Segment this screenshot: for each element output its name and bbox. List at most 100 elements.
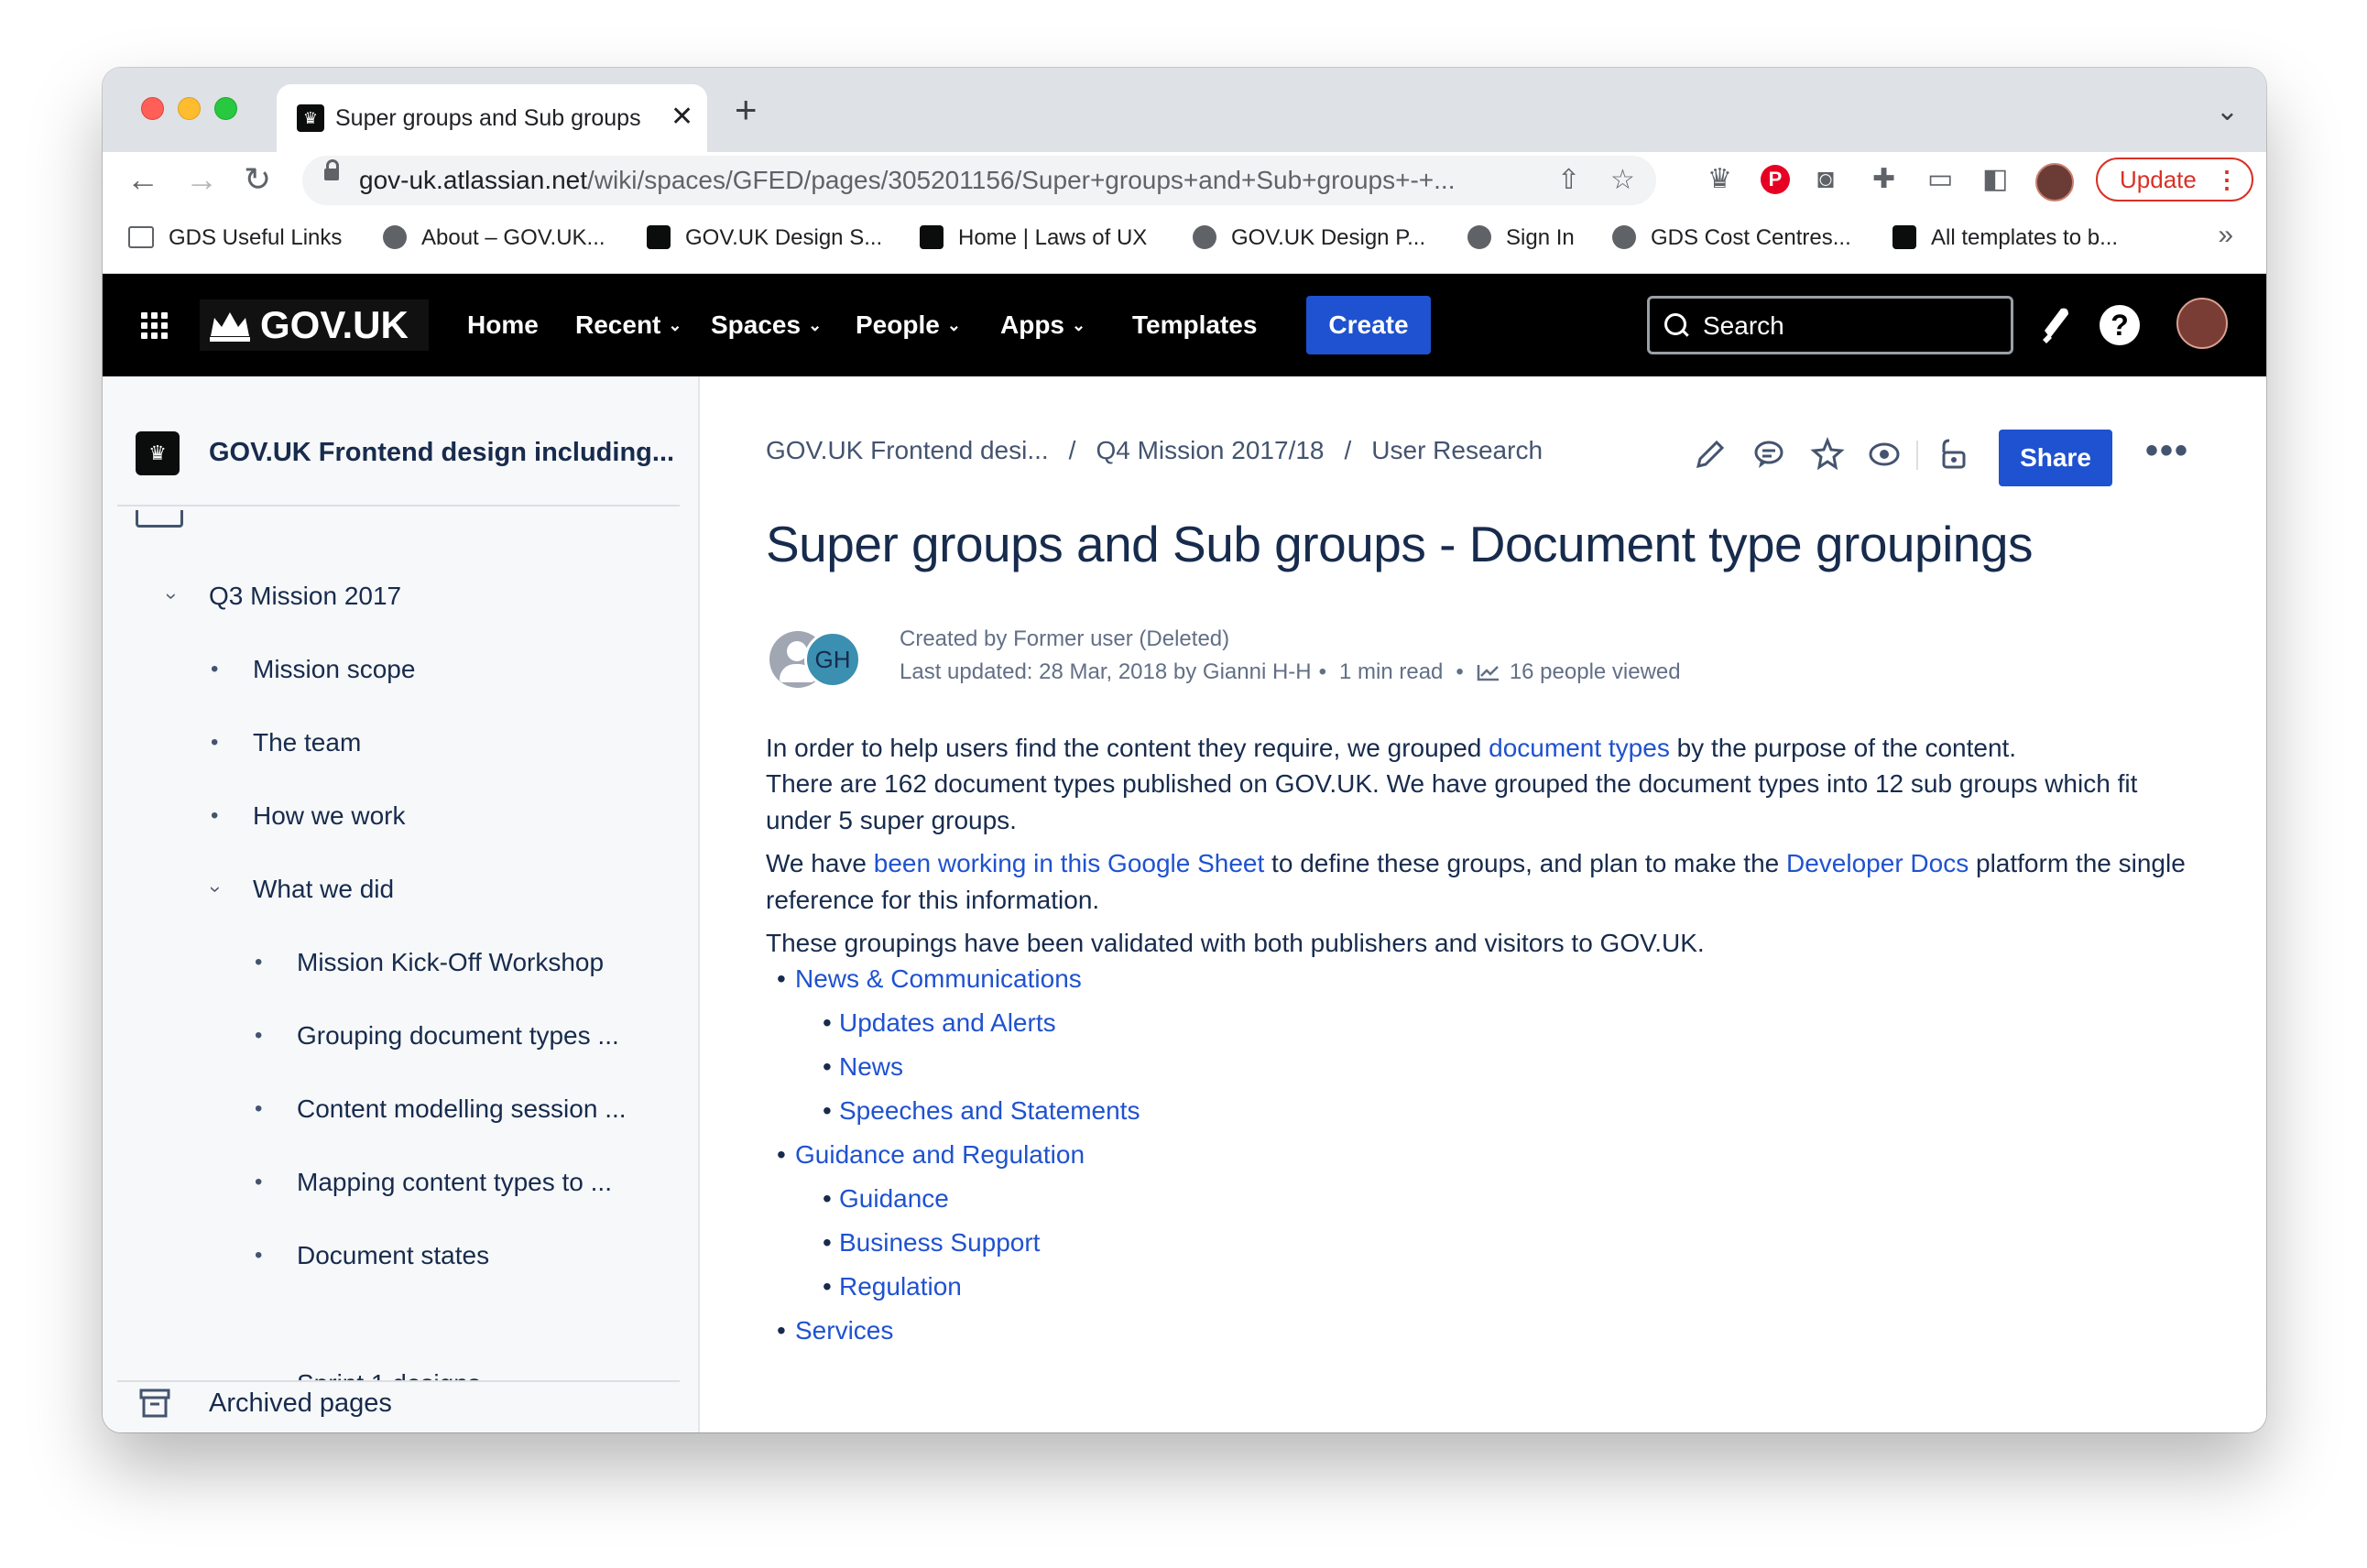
space-title[interactable]: GOV.UK Frontend design including...: [209, 435, 674, 470]
chevron-down-icon[interactable]: ›: [156, 593, 189, 599]
nav-people[interactable]: People ⌄: [856, 309, 961, 342]
share-page-icon[interactable]: ⇧: [1557, 165, 1580, 196]
document-types-link[interactable]: document types: [1489, 734, 1670, 762]
user-avatar[interactable]: [2176, 298, 2228, 349]
tab-search-chevron-icon[interactable]: ⌄: [2216, 95, 2239, 127]
new-tab-button[interactable]: +: [735, 91, 758, 129]
restrictions-unlock-icon[interactable]: [1935, 437, 1969, 472]
help-icon[interactable]: ?: [2100, 305, 2140, 345]
text: to define these groups, and plan to make…: [1264, 849, 1787, 877]
list-link-guidance[interactable]: Guidance: [839, 1181, 949, 1217]
bookmark-item[interactable]: Home | Laws of UX: [920, 222, 1147, 255]
list-link-news-communications[interactable]: News & Communications: [795, 961, 1082, 997]
pinterest-icon[interactable]: P: [1761, 165, 1790, 194]
reload-icon[interactable]: ↻: [244, 159, 271, 200]
bullet-icon: •: [823, 1052, 832, 1081]
bullet-icon: •: [255, 1170, 263, 1194]
more-bookmarks-icon[interactable]: »: [2218, 220, 2233, 251]
close-window-button[interactable]: [141, 97, 164, 120]
sidebar-item-the-team[interactable]: The team: [253, 726, 361, 759]
sidebar-item-grouping-document-types[interactable]: Grouping document types ...: [297, 1019, 619, 1052]
star-icon[interactable]: [1810, 437, 1845, 472]
comment-icon[interactable]: [1751, 437, 1786, 472]
sidebar-item-what-we-did[interactable]: What we did: [253, 873, 394, 906]
page-icon: [136, 510, 183, 528]
meta-separator: •: [1456, 659, 1464, 684]
search-input[interactable]: Search: [1647, 296, 2013, 354]
close-tab-icon[interactable]: ✕: [671, 101, 693, 134]
last-updated-text[interactable]: Last updated: 28 Mar, 2018 by Gianni H-H: [900, 659, 1312, 684]
sidebar-item-how-we-work[interactable]: How we work: [253, 800, 405, 833]
google-sheet-link[interactable]: been working in this Google Sheet: [874, 849, 1265, 877]
sidebar-item-partial[interactable]: Sprint 1 designs: [297, 1367, 481, 1380]
list-link-speeches-statements[interactable]: Speeches and Statements: [839, 1093, 1140, 1129]
back-arrow-icon[interactable]: ←: [126, 159, 159, 200]
cast-icon[interactable]: ▭: [1927, 163, 1953, 196]
sidebar-divider: [117, 505, 680, 506]
list-link-business-support[interactable]: Business Support: [839, 1225, 1040, 1261]
archived-pages-link[interactable]: Archived pages: [209, 1386, 392, 1421]
nav-recent[interactable]: Recent ⌄: [575, 309, 682, 342]
nav-home[interactable]: Home: [467, 309, 539, 342]
sidebar-item-q3-mission-2017[interactable]: Q3 Mission 2017: [209, 580, 401, 613]
nav-apps[interactable]: Apps ⌄: [1000, 309, 1085, 342]
bookmark-item[interactable]: GDS Cost Centres...: [1612, 222, 1851, 255]
breadcrumb-separator: /: [1344, 436, 1352, 464]
bookmark-label: All templates to b...: [1931, 225, 2119, 250]
share-button[interactable]: Share: [1999, 430, 2112, 486]
url-text[interactable]: gov-uk.atlassian.net/wiki/spaces/GFED/pa…: [359, 165, 1541, 196]
browser-tab-active[interactable]: ♛ Super groups and Sub groups - ✕: [277, 84, 707, 152]
minimize-window-button[interactable]: [178, 97, 201, 120]
nav-spaces[interactable]: Spaces ⌄: [711, 309, 822, 342]
sidebar-item-mission-scope[interactable]: Mission scope: [253, 653, 415, 686]
breadcrumb-item[interactable]: GOV.UK Frontend desi...: [766, 436, 1049, 464]
govuk-logo[interactable]: GOV.UK: [200, 299, 429, 351]
more-vert-icon: ⋮: [2215, 166, 2239, 193]
bookmark-item[interactable]: All templates to b...: [1893, 222, 2118, 255]
list-link-updates-alerts[interactable]: Updates and Alerts: [839, 1005, 1056, 1041]
more-actions-icon[interactable]: •••: [2145, 428, 2189, 474]
sidebar-item-content-modelling[interactable]: Content modelling session ...: [297, 1093, 627, 1126]
list-link-regulation[interactable]: Regulation: [839, 1269, 962, 1305]
developer-docs-link[interactable]: Developer Docs: [1786, 849, 1969, 877]
bullet-icon: •: [211, 803, 219, 828]
bookmark-star-icon[interactable]: ☆: [1610, 165, 1635, 196]
notifications-rocket-icon[interactable]: [2037, 303, 2074, 347]
watch-eye-icon[interactable]: [1867, 437, 1902, 472]
bookmark-item[interactable]: GOV.UK Design P...: [1193, 222, 1425, 255]
breadcrumb-item[interactable]: User Research: [1371, 436, 1543, 464]
side-panel-icon[interactable]: ◧: [1982, 163, 2008, 196]
list-link-news[interactable]: News: [839, 1049, 903, 1085]
list-link-services[interactable]: Services: [795, 1312, 893, 1349]
sidebar-divider: [117, 1380, 680, 1382]
sidebar-item-document-states[interactable]: Document states: [297, 1239, 489, 1272]
sidebar-item-kickoff-workshop[interactable]: Mission Kick-Off Workshop: [297, 946, 604, 979]
list-link-guidance-regulation[interactable]: Guidance and Regulation: [795, 1137, 1085, 1173]
chevron-down-icon[interactable]: ›: [200, 886, 233, 892]
space-crown-icon[interactable]: ♛: [136, 431, 180, 475]
app-switcher-grid-icon[interactable]: [141, 312, 169, 340]
sidebar-item-mapping-content-types[interactable]: Mapping content types to ...: [297, 1166, 612, 1199]
camera-icon[interactable]: ◙: [1817, 163, 1834, 196]
zoom-window-button[interactable]: [214, 97, 237, 120]
nav-templates[interactable]: Templates: [1132, 309, 1257, 342]
bookmark-item[interactable]: About – GOV.UK...: [383, 222, 605, 255]
bookmark-item[interactable]: Sign In: [1467, 222, 1575, 255]
archive-icon[interactable]: [139, 1388, 170, 1419]
bookmark-item[interactable]: GDS Useful Links: [128, 222, 342, 255]
analytics-graph-icon: [1477, 665, 1499, 681]
folder-icon: [128, 225, 154, 248]
bookmark-item[interactable]: GOV.UK Design S...: [647, 222, 882, 255]
crown-extension-icon[interactable]: ♛: [1707, 163, 1732, 196]
address-bar[interactable]: gov-uk.atlassian.net/wiki/spaces/GFED/pa…: [302, 156, 1656, 205]
edit-pencil-icon[interactable]: [1693, 437, 1728, 472]
profile-avatar[interactable]: [2035, 163, 2074, 201]
contributor-avatar[interactable]: GH: [804, 631, 861, 688]
update-button[interactable]: Update ⋮: [2096, 158, 2253, 201]
forward-arrow-icon[interactable]: →: [185, 159, 218, 200]
extensions-puzzle-icon[interactable]: ✚: [1872, 163, 1895, 196]
views-count[interactable]: 16 people viewed: [1510, 659, 1681, 684]
create-button[interactable]: Create: [1306, 296, 1431, 354]
bullet-icon: •: [211, 657, 219, 681]
breadcrumb-item[interactable]: Q4 Mission 2017/18: [1096, 436, 1324, 464]
